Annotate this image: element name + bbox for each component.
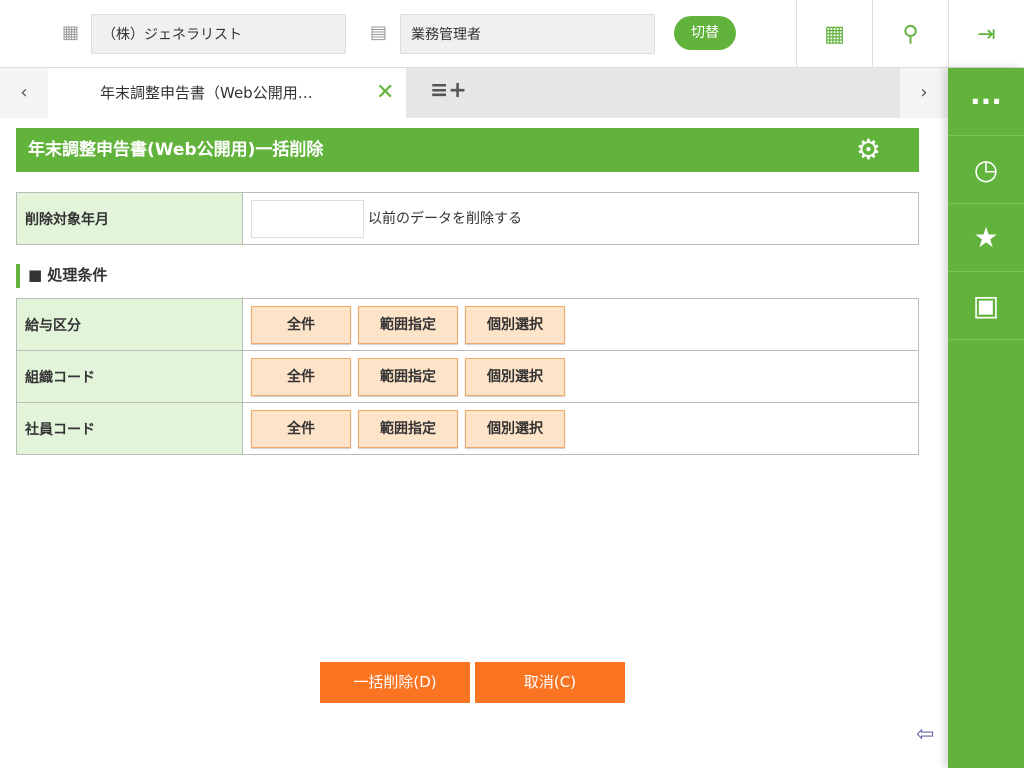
company-field[interactable]: （株）ジェネラリスト (91, 14, 346, 54)
page-title: 年末調整申告書(Web公開用)一括削除 ⚙ (16, 128, 919, 172)
all-button[interactable]: 全件 (251, 409, 351, 448)
company-icon: ▦ (62, 22, 80, 43)
add-tab-icon[interactable]: ≡+ (430, 78, 467, 103)
all-button[interactable]: 全件 (251, 357, 351, 396)
target-table: 削除対象年月 以前のデータを削除する (16, 192, 919, 245)
history-icon[interactable]: ◷ (948, 136, 1024, 204)
star-icon[interactable]: ★ (948, 204, 1024, 272)
page-title-text: 年末調整申告書(Web公開用)一括削除 (28, 140, 324, 160)
row-label: 社員コード (16, 402, 243, 455)
logout-icon[interactable]: ⇥ (948, 0, 1024, 68)
table-row: 給与区分 全件 範囲指定 個別選択 (16, 298, 919, 351)
tab-next-icon[interactable]: › (900, 68, 948, 118)
cancel-button[interactable]: 取消(C) (475, 662, 625, 703)
gear-icon[interactable]: ⚙ (856, 128, 881, 172)
tab-label: 年末調整申告書（Web公開用… (100, 84, 313, 102)
row-label: 組織コード (16, 350, 243, 403)
range-button[interactable]: 範囲指定 (358, 305, 458, 344)
clipboard-icon: ▤ (370, 22, 388, 43)
tab-prev-icon[interactable]: ‹ (0, 68, 48, 118)
conditions-table: 給与区分 全件 範囲指定 個別選択 組織コード 全件 範囲指定 個別選択 社員コード 全… (16, 298, 919, 455)
table-row: 組織コード 全件 範囲指定 個別選択 (16, 350, 919, 403)
individual-button[interactable]: 個別選択 (465, 409, 565, 448)
collapse-arrow-icon[interactable]: ⇦ (916, 722, 934, 747)
apps-grid-icon[interactable]: ▦ (796, 0, 872, 68)
individual-button[interactable]: 個別選択 (465, 357, 565, 396)
target-year-month-input[interactable] (251, 199, 364, 238)
top-bar: ▦ （株）ジェネラリスト ▤ 業務管理者 切替 ▦ ⚲ ⇥ (0, 0, 1024, 68)
bulk-delete-button[interactable]: 一括削除(D) (320, 662, 470, 703)
tab-close-icon[interactable]: ✕ (376, 68, 394, 118)
tab-bar: ‹ 年末調整申告書（Web公開用… ✕ ≡+ › (0, 68, 948, 118)
right-sidebar: ··· ◷ ★ ▣ (948, 68, 1024, 768)
section-title: ■ 処理条件 (16, 264, 107, 288)
range-button[interactable]: 範囲指定 (358, 357, 458, 396)
search-icon[interactable]: ⚲ (872, 0, 948, 68)
range-button[interactable]: 範囲指定 (358, 409, 458, 448)
individual-button[interactable]: 個別選択 (465, 305, 565, 344)
target-suffix: 以前のデータを削除する (368, 210, 522, 227)
more-icon[interactable]: ··· (948, 68, 1024, 136)
target-label: 削除対象年月 (16, 192, 243, 245)
inbox-icon[interactable]: ▣ (948, 272, 1024, 340)
switch-button[interactable]: 切替 (674, 16, 736, 50)
table-row: 社員コード 全件 範囲指定 個別選択 (16, 402, 919, 455)
tab-active[interactable]: 年末調整申告書（Web公開用… (48, 68, 406, 118)
role-field[interactable]: 業務管理者 (400, 14, 655, 54)
all-button[interactable]: 全件 (251, 305, 351, 344)
row-label: 給与区分 (16, 298, 243, 351)
